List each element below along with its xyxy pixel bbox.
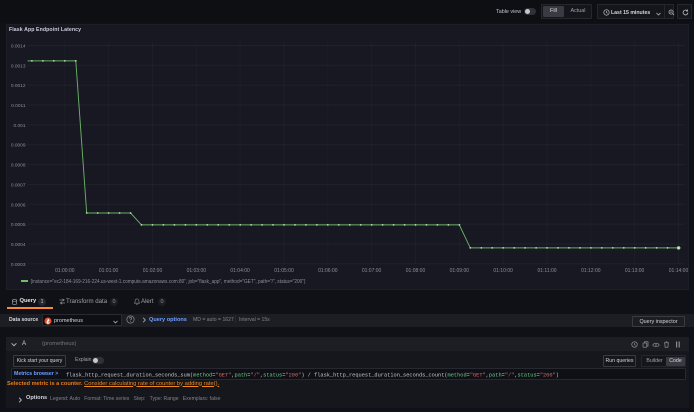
svg-text:01:07:00: 01:07:00 [362, 268, 382, 274]
svg-text:0.0011: 0.0011 [11, 103, 26, 109]
svg-text:0.0006: 0.0006 [11, 202, 26, 208]
svg-text:{instance="ec2-184-169-216-224: {instance="ec2-184-169-216-224.us-west-1… [31, 279, 306, 285]
svg-text:flask_http_request_duration_se: flask_http_request_duration_seconds_sum(… [66, 373, 559, 379]
svg-text:01:12:00: 01:12:00 [581, 268, 601, 274]
svg-text:01:10:00: 01:10:00 [493, 268, 513, 274]
svg-text:0.0013: 0.0013 [11, 63, 26, 69]
svg-text:01:11:00: 01:11:00 [537, 268, 556, 274]
svg-text:01:14:00: 01:14:00 [669, 268, 689, 274]
svg-text:01:13:00: 01:13:00 [625, 268, 645, 274]
svg-text:0.0008: 0.0008 [11, 163, 26, 169]
svg-text:0.0004: 0.0004 [11, 242, 26, 248]
svg-text:0.001: 0.001 [13, 123, 25, 129]
svg-text:01:00:00: 01:00:00 [55, 268, 75, 274]
svg-text:0.0014: 0.0014 [11, 44, 26, 50]
svg-text:01:05:00: 01:05:00 [274, 268, 294, 274]
svg-text:01:01:00: 01:01:00 [99, 268, 119, 274]
svg-text:0.0012: 0.0012 [11, 83, 26, 89]
svg-text:0.0007: 0.0007 [11, 182, 26, 188]
svg-text:01:04:00: 01:04:00 [230, 268, 250, 274]
svg-text:0.0003: 0.0003 [11, 262, 26, 268]
svg-text:01:03:00: 01:03:00 [187, 268, 207, 274]
svg-text:01:02:00: 01:02:00 [143, 268, 163, 274]
svg-text:0.0009: 0.0009 [11, 143, 26, 149]
svg-text:01:06:00: 01:06:00 [318, 268, 338, 274]
svg-text:01:08:00: 01:08:00 [406, 268, 426, 274]
svg-text:0.0005: 0.0005 [11, 222, 26, 228]
svg-text:01:09:00: 01:09:00 [450, 268, 470, 274]
